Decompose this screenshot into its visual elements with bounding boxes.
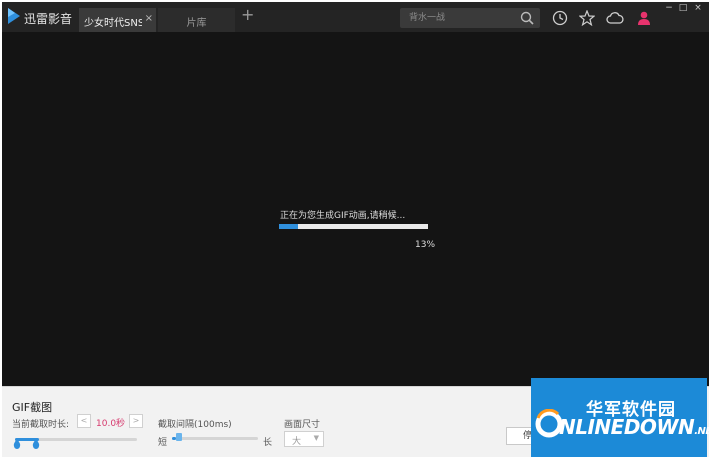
duration-increase-button[interactable]: > [129,414,143,428]
search-box [400,8,540,28]
size-label: 画面尺寸 [284,420,321,430]
search-input[interactable] [400,8,512,28]
gif-progress-message: 正在为您生成GIF动画,请稍候... [280,211,406,221]
tab-library[interactable]: 片库 [158,8,235,32]
duration-value: 10.0秒 [96,419,126,429]
user-icon[interactable] [636,10,652,26]
maximize-button[interactable]: □ [676,2,690,16]
gif-progress-fill [279,224,299,229]
history-clock-icon[interactable] [552,10,568,26]
panel-title: GIF截图 [12,401,53,414]
watermark-en-text: NLINEDOWN.NET [559,415,711,439]
watermark-logo: 华军软件园 NLINEDOWN.NET [531,378,711,457]
size-select[interactable]: 大 ▼ [284,431,324,447]
interval-label: 截取间隔(100ms) [158,420,232,430]
close-button[interactable]: × [691,2,705,16]
duration-decrease-button[interactable]: < [77,414,91,428]
chevron-down-icon: ▼ [313,434,319,442]
app-logo-icon [8,8,20,24]
interval-slider-handle[interactable] [176,433,183,441]
star-icon[interactable] [579,10,595,26]
search-icon[interactable] [520,11,534,25]
tab-close-icon[interactable]: × [145,13,153,24]
interval-slider[interactable] [172,437,258,440]
duration-start-handle[interactable] [12,439,22,449]
title-bar: 迅雷影音 少女时代SNSD × 片库 + [2,2,709,32]
tab-label: 少女时代SNSD [84,18,142,29]
duration-label: 当前截取时长: [12,420,70,430]
watermark-en-main: NLINEDOWN [559,415,695,439]
duration-end-handle[interactable] [31,439,41,449]
interval-long-label: 长 [263,438,273,448]
cloud-icon[interactable] [606,10,624,26]
interval-short-label: 短 [158,438,168,448]
minimize-button[interactable]: − [662,2,676,16]
new-tab-icon[interactable]: + [241,5,254,24]
gif-progress-bar [279,224,428,229]
gif-progress-percent: 13% [415,240,436,250]
size-select-value: 大 [292,437,302,447]
tab-label: 片库 [186,18,207,29]
tab-current-video[interactable]: 少女时代SNSD × [79,8,156,32]
app-name: 迅雷影音 [24,12,73,26]
